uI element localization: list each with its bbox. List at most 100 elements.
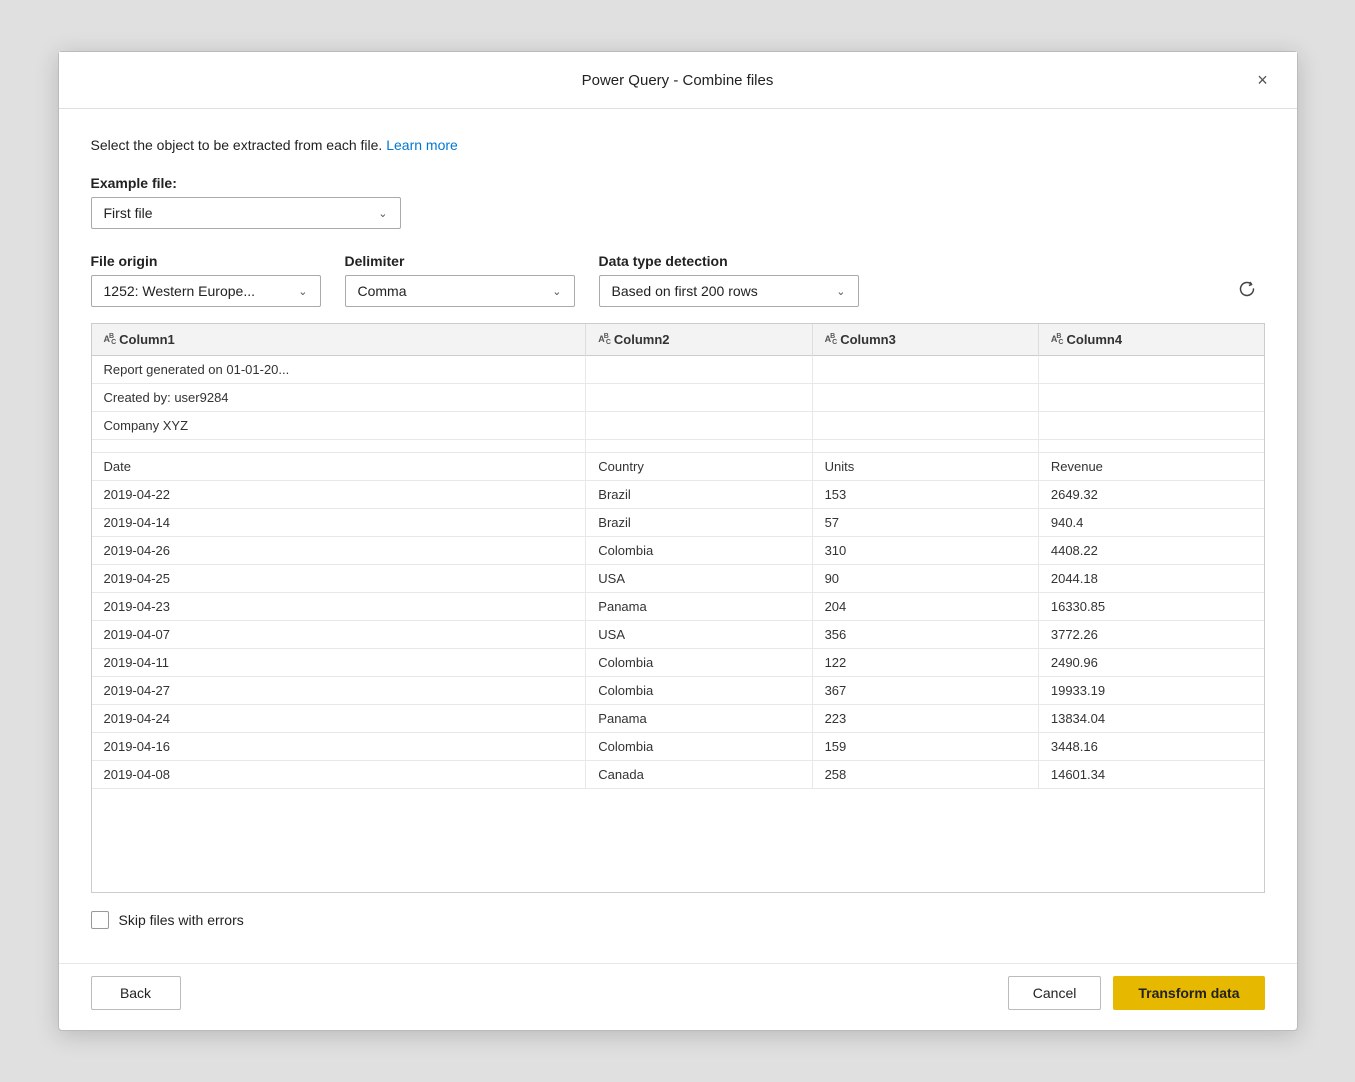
delimiter-value: Comma — [358, 283, 407, 299]
table-row: Company XYZ — [92, 412, 1264, 440]
table-cell — [812, 356, 1038, 384]
table-column-header: ABC Column1 — [92, 324, 586, 356]
table-cell: 57 — [812, 509, 1038, 537]
table-cell: Colombia — [586, 733, 812, 761]
dialog-body: Select the object to be extracted from e… — [59, 109, 1297, 963]
table-cell: Date — [92, 453, 586, 481]
back-button[interactable]: Back — [91, 976, 181, 1010]
table-row: 2019-04-08Canada25814601.34 — [92, 761, 1264, 789]
table-body: Report generated on 01-01-20...Created b… — [92, 356, 1264, 789]
table-row: 2019-04-24Panama22313834.04 — [92, 705, 1264, 733]
cancel-button[interactable]: Cancel — [1008, 976, 1102, 1010]
footer-left: Back — [91, 976, 181, 1010]
table-row: Created by: user9284 — [92, 384, 1264, 412]
column-type-icon: ABC — [104, 333, 116, 347]
close-button[interactable]: × — [1249, 66, 1277, 94]
table-cell: USA — [586, 565, 812, 593]
table-cell: 19933.19 — [1038, 677, 1263, 705]
table-cell: 258 — [812, 761, 1038, 789]
refresh-button[interactable] — [1229, 271, 1265, 307]
table-cell: Panama — [586, 705, 812, 733]
table-cell — [1038, 440, 1263, 453]
table-row: DateCountryUnitsRevenue — [92, 453, 1264, 481]
table-wrapper[interactable]: ABC Column1 ABC Column2 ABC Column3 ABC … — [92, 324, 1264, 864]
table-cell: Canada — [586, 761, 812, 789]
example-file-arrow-icon: ⌄ — [378, 207, 387, 220]
table-cell: 14601.34 — [1038, 761, 1263, 789]
data-type-detection-dropdown[interactable]: Based on first 200 rows ⌄ — [599, 275, 859, 307]
file-origin-arrow-icon: ⌄ — [298, 285, 307, 298]
table-cell — [586, 440, 812, 453]
table-cell: Country — [586, 453, 812, 481]
column-type-icon: ABC — [825, 333, 837, 347]
table-cell: 367 — [812, 677, 1038, 705]
data-type-detection-value: Based on first 200 rows — [612, 283, 758, 299]
table-cell — [586, 384, 812, 412]
table-cell: 2019-04-14 — [92, 509, 586, 537]
skip-errors-checkbox[interactable] — [91, 911, 109, 929]
table-row: 2019-04-27Colombia36719933.19 — [92, 677, 1264, 705]
table-cell: Brazil — [586, 509, 812, 537]
table-cell: Colombia — [586, 649, 812, 677]
table-row: Report generated on 01-01-20... — [92, 356, 1264, 384]
table-cell: 2019-04-16 — [92, 733, 586, 761]
table-cell: 4408.22 — [1038, 537, 1263, 565]
table-row: 2019-04-07USA3563772.26 — [92, 621, 1264, 649]
table-row: 2019-04-11Colombia1222490.96 — [92, 649, 1264, 677]
dialog: Power Query - Combine files × Select the… — [58, 51, 1298, 1031]
data-type-detection-arrow-icon: ⌄ — [836, 285, 845, 298]
table-cell: 2019-04-24 — [92, 705, 586, 733]
table-row: 2019-04-16Colombia1593448.16 — [92, 733, 1264, 761]
skip-errors-label: Skip files with errors — [119, 912, 244, 928]
table-cell: Colombia — [586, 537, 812, 565]
table-cell: 356 — [812, 621, 1038, 649]
delimiter-arrow-icon: ⌄ — [552, 285, 561, 298]
delimiter-dropdown[interactable]: Comma ⌄ — [345, 275, 575, 307]
table-cell: Brazil — [586, 481, 812, 509]
file-origin-label: File origin — [91, 253, 321, 269]
dialog-title: Power Query - Combine files — [107, 72, 1249, 89]
table-cell: Report generated on 01-01-20... — [92, 356, 586, 384]
table-cell: Created by: user9284 — [92, 384, 586, 412]
file-origin-group: File origin 1252: Western Europe... ⌄ — [91, 253, 321, 307]
table-row — [92, 440, 1264, 453]
example-file-dropdown[interactable]: First file ⌄ — [91, 197, 401, 229]
table-cell — [92, 440, 586, 453]
table-cell — [1038, 384, 1263, 412]
column-header-text: Column4 — [1066, 332, 1122, 347]
file-origin-dropdown[interactable]: 1252: Western Europe... ⌄ — [91, 275, 321, 307]
column-type-icon: ABC — [598, 333, 610, 347]
table-cell: 310 — [812, 537, 1038, 565]
description-text: Select the object to be extracted from e… — [91, 137, 383, 153]
table-cell — [1038, 356, 1263, 384]
table-cell: 16330.85 — [1038, 593, 1263, 621]
table-row: 2019-04-22Brazil1532649.32 — [92, 481, 1264, 509]
table-header-row: ABC Column1 ABC Column2 ABC Column3 ABC … — [92, 324, 1264, 356]
table-cell — [586, 412, 812, 440]
footer-right: Cancel Transform data — [1008, 976, 1265, 1010]
column-type-icon: ABC — [1051, 333, 1063, 347]
transform-data-button[interactable]: Transform data — [1113, 976, 1264, 1010]
table-cell: 122 — [812, 649, 1038, 677]
table-cell — [586, 356, 812, 384]
refresh-icon — [1237, 279, 1257, 299]
skip-errors-row: Skip files with errors — [91, 911, 1265, 929]
learn-more-link[interactable]: Learn more — [386, 137, 458, 153]
data-table: ABC Column1 ABC Column2 ABC Column3 ABC … — [92, 324, 1264, 789]
description-row: Select the object to be extracted from e… — [91, 137, 1265, 153]
column-header-text: Column2 — [614, 332, 670, 347]
table-row: 2019-04-23Panama20416330.85 — [92, 593, 1264, 621]
table-cell: 204 — [812, 593, 1038, 621]
example-file-label: Example file: — [91, 175, 1265, 191]
table-row: 2019-04-26Colombia3104408.22 — [92, 537, 1264, 565]
table-cell: 3772.26 — [1038, 621, 1263, 649]
options-row: File origin 1252: Western Europe... ⌄ De… — [91, 253, 1265, 307]
table-cell: 940.4 — [1038, 509, 1263, 537]
table-cell: USA — [586, 621, 812, 649]
table-cell: Colombia — [586, 677, 812, 705]
file-origin-value: 1252: Western Europe... — [104, 283, 256, 299]
column-header-text: Column1 — [119, 332, 175, 347]
table-cell: 223 — [812, 705, 1038, 733]
dialog-footer: Back Cancel Transform data — [59, 963, 1297, 1030]
table-cell: Units — [812, 453, 1038, 481]
